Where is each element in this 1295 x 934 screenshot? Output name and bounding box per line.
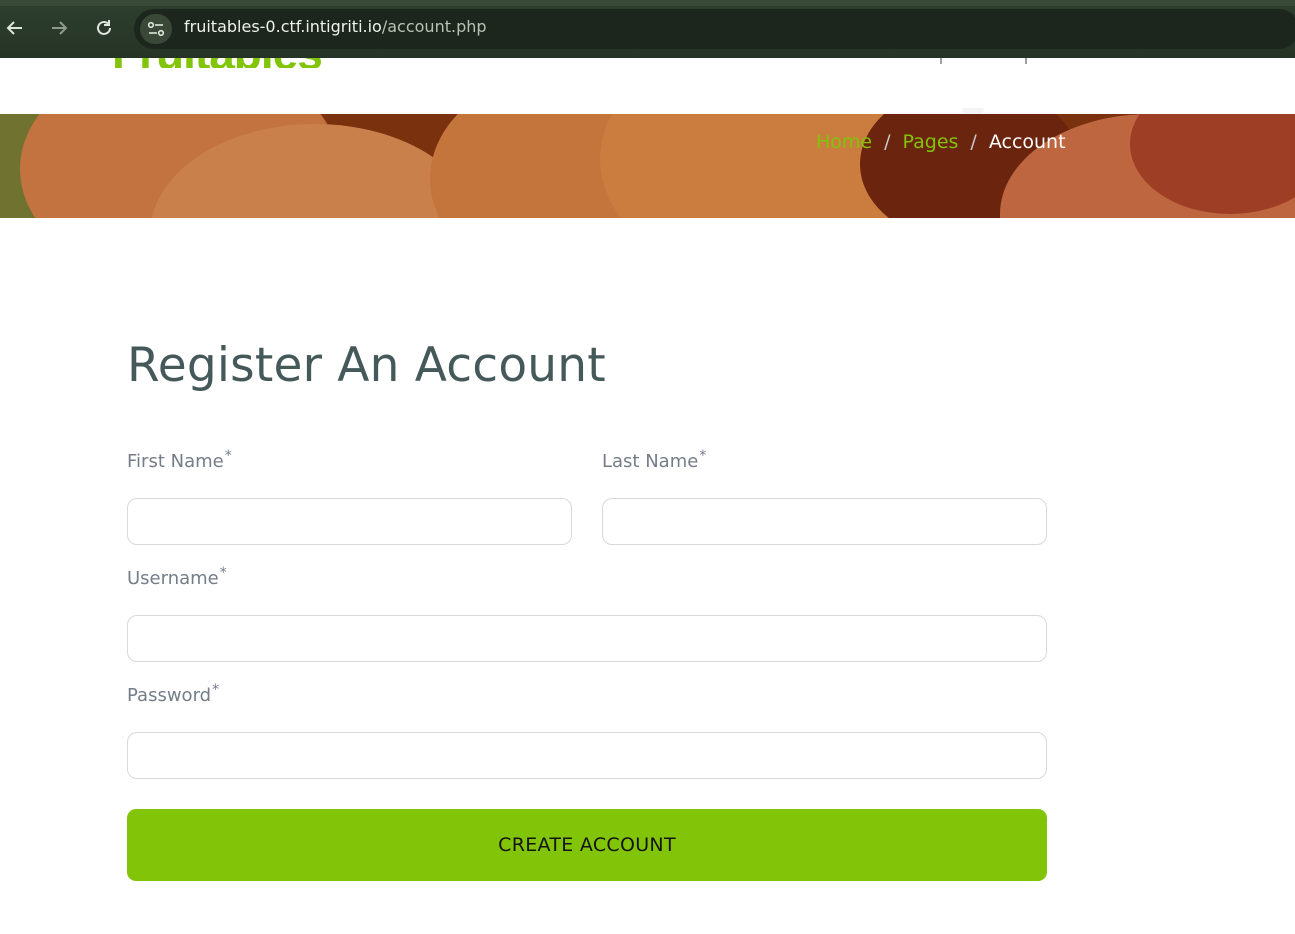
breadcrumb-home[interactable]: Home [816, 131, 872, 153]
username-label-text: Username [127, 568, 219, 589]
url-path: /account.php [381, 17, 487, 36]
breadcrumb-current: Account [988, 131, 1066, 153]
required-mark: * [699, 448, 707, 464]
hero-overlay [0, 114, 1295, 218]
breadcrumb-pages[interactable]: Pages [903, 131, 959, 153]
back-icon[interactable] [1, 14, 29, 42]
header-divider [940, 58, 942, 64]
password-label: Password* [127, 682, 220, 706]
first-name-label-text: First Name [127, 451, 224, 472]
hero-banner [0, 114, 1295, 218]
password-label-text: Password [127, 685, 212, 706]
last-name-label-text: Last Name [602, 451, 699, 472]
reload-icon[interactable] [90, 14, 118, 42]
header-divider [1025, 58, 1027, 64]
required-mark: * [219, 565, 227, 581]
logo-text: Fruitables [112, 58, 323, 68]
breadcrumb: Home / Pages / Account [816, 131, 1066, 153]
breadcrumb-separator: / [970, 131, 977, 153]
site-settings-icon[interactable] [140, 14, 172, 44]
url-text[interactable]: fruitables-0.ctf.intigriti.io/account.ph… [184, 17, 487, 36]
last-name-label: Last Name* [602, 448, 707, 472]
last-name-field[interactable] [602, 498, 1047, 545]
first-name-field[interactable] [127, 498, 572, 545]
site-logo[interactable]: Fruitables [112, 58, 372, 68]
browser-toolbar: fruitables-0.ctf.intigriti.io/account.ph… [0, 0, 1295, 58]
url-host: fruitables-0.ctf.intigriti.io [184, 17, 382, 36]
required-mark: * [224, 448, 232, 464]
page-title: Register An Account [127, 338, 606, 393]
breadcrumb-separator: / [884, 131, 891, 153]
forward-icon[interactable] [45, 14, 73, 42]
browser-tab-strip [0, 0, 1295, 6]
create-account-button[interactable]: CREATE ACCOUNT [127, 809, 1047, 881]
username-field[interactable] [127, 615, 1047, 662]
password-field[interactable] [127, 732, 1047, 779]
username-label: Username* [127, 565, 227, 589]
first-name-label: First Name* [127, 448, 232, 472]
required-mark: * [212, 682, 220, 698]
